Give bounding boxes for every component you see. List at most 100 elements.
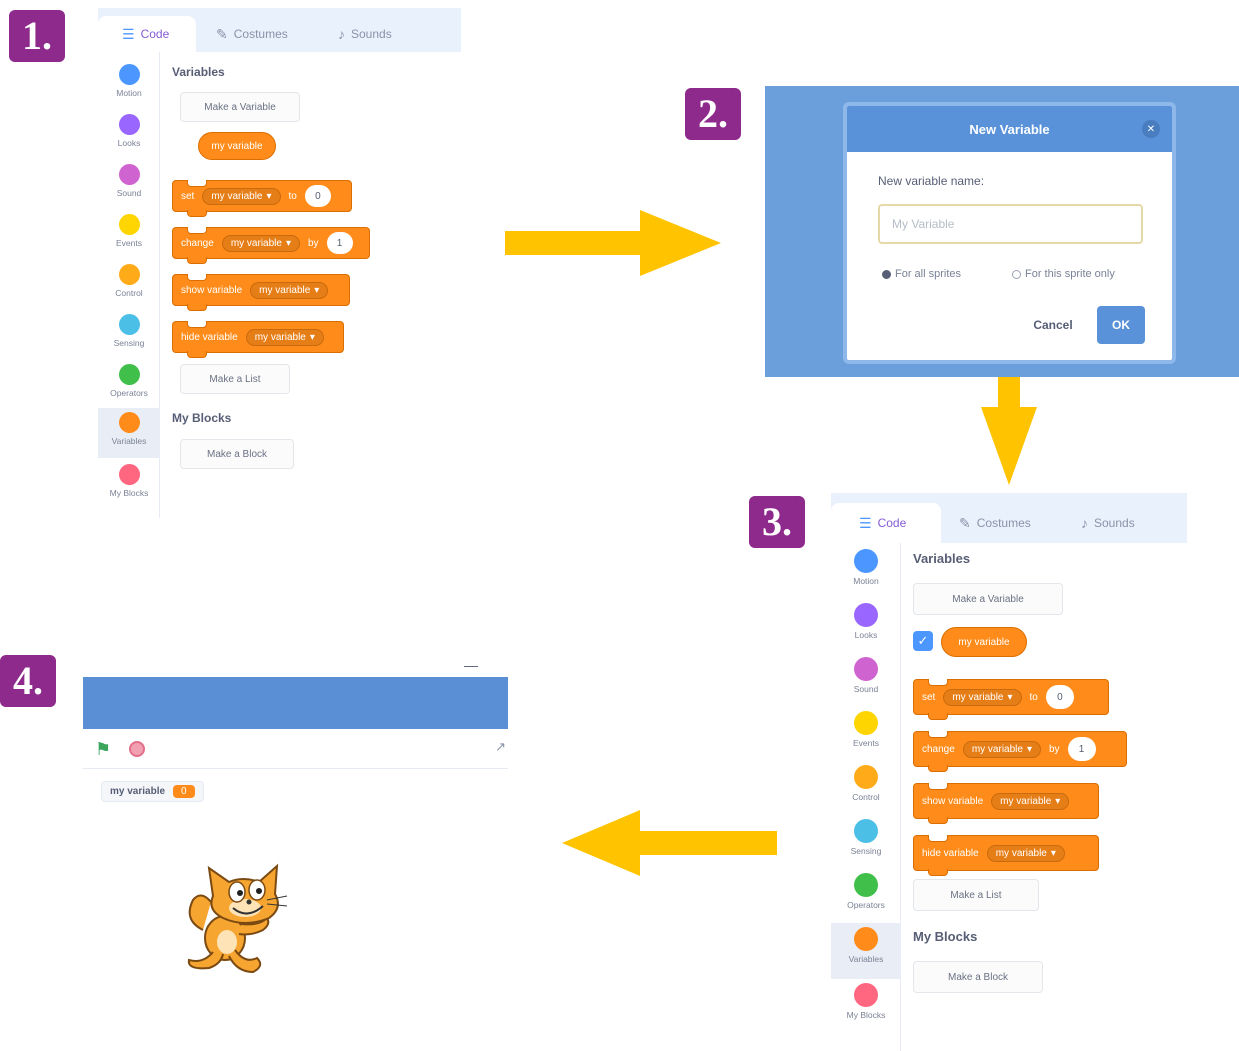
show-variable-block[interactable]: show variable my variable ▾ bbox=[913, 783, 1099, 824]
my-variable-reporter[interactable]: my variable bbox=[941, 627, 1027, 657]
green-flag-icon[interactable]: ⚑ bbox=[95, 739, 111, 760]
control-dot-icon bbox=[854, 765, 878, 789]
make-list-button[interactable]: Make a List bbox=[913, 879, 1039, 911]
control-dot-icon bbox=[118, 264, 140, 285]
category-my-blocks[interactable]: My Blocks bbox=[98, 464, 160, 510]
stage-controls: ⚑ ↗ bbox=[83, 729, 508, 769]
category-sound[interactable]: Sound bbox=[831, 657, 901, 707]
category-my-blocks[interactable]: My Blocks bbox=[831, 983, 901, 1033]
by-label: by bbox=[1048, 743, 1060, 755]
sound-dot-icon bbox=[854, 657, 878, 681]
variable-dropdown[interactable]: my variable ▾ bbox=[221, 234, 300, 252]
change-value-input[interactable]: 1 bbox=[1067, 737, 1096, 761]
category-variables[interactable]: Variables bbox=[831, 923, 901, 979]
variables-section-title: Variables bbox=[172, 65, 225, 79]
radio-all-sprites[interactable]: For all sprites bbox=[882, 268, 961, 280]
category-motion[interactable]: Motion bbox=[98, 64, 160, 110]
brush-icon: ✎ bbox=[216, 25, 228, 42]
make-block-button[interactable]: Make a Block bbox=[913, 961, 1043, 993]
variable-dropdown[interactable]: my variable ▾ bbox=[245, 328, 324, 346]
variable-checkbox[interactable]: ✓ bbox=[913, 631, 933, 651]
change-value-input[interactable]: 1 bbox=[326, 232, 353, 254]
make-variable-button[interactable]: Make a Variable bbox=[180, 92, 300, 122]
variable-dropdown[interactable]: my variable ▾ bbox=[991, 792, 1070, 810]
set-value: 0 bbox=[1057, 691, 1063, 703]
category-sound[interactable]: Sound bbox=[98, 164, 160, 210]
tab-costumes[interactable]: ✎ Costumes bbox=[216, 16, 316, 52]
tab-code[interactable]: ☰ Code bbox=[831, 503, 941, 543]
my-variable-reporter[interactable]: my variable bbox=[198, 132, 276, 160]
variable-dropdown[interactable]: my variable ▾ bbox=[986, 844, 1065, 862]
dropdown-value: my variable bbox=[1000, 795, 1052, 807]
my-blocks-section-title: My Blocks bbox=[172, 411, 232, 425]
cat-sprite-icon[interactable] bbox=[183, 860, 303, 975]
tab-sounds[interactable]: ♪ Sounds bbox=[338, 16, 428, 52]
category-variables[interactable]: Variables bbox=[98, 408, 160, 458]
new-variable-dialog: New Variable ✕ New variable name: My Var… bbox=[843, 102, 1176, 364]
close-icon[interactable]: ✕ bbox=[1142, 120, 1160, 138]
change-variable-block[interactable]: change my variable ▾ by 1 bbox=[172, 227, 370, 264]
make-block-button[interactable]: Make a Block bbox=[180, 439, 294, 469]
category-looks[interactable]: Looks bbox=[831, 603, 901, 653]
looks-dot-icon bbox=[854, 603, 878, 627]
category-menu: Motion Looks Sound Events Control Sensin… bbox=[98, 52, 160, 518]
category-label: Sound bbox=[116, 188, 142, 198]
radio-empty-icon bbox=[1012, 269, 1021, 279]
category-events[interactable]: Events bbox=[831, 711, 901, 761]
variable-monitor[interactable]: my variable 0 bbox=[101, 781, 204, 802]
show-variable-label: show variable bbox=[922, 795, 984, 807]
variables-section-title: Variables bbox=[913, 551, 971, 566]
hide-variable-block[interactable]: hide variable my variable ▾ bbox=[172, 321, 344, 358]
category-looks[interactable]: Looks bbox=[98, 114, 160, 160]
change-variable-block[interactable]: change my variable ▾ by 1 bbox=[913, 731, 1127, 772]
tab-costumes[interactable]: ✎ Costumes bbox=[959, 503, 1059, 543]
set-value-input[interactable]: 0 bbox=[1045, 685, 1074, 709]
editor-tab-bar: ☰ Code ✎ Costumes ♪ Sounds bbox=[831, 493, 1187, 543]
category-motion[interactable]: Motion bbox=[831, 549, 901, 599]
tab-sounds[interactable]: ♪ Sounds bbox=[1081, 503, 1171, 543]
variables-dot-icon bbox=[854, 927, 878, 951]
set-value-input[interactable]: 0 bbox=[304, 185, 331, 207]
category-operators[interactable]: Operators bbox=[98, 364, 160, 410]
category-label: Looks bbox=[117, 138, 141, 148]
minimize-icon[interactable]: — bbox=[464, 657, 478, 673]
my-blocks-dot-icon bbox=[118, 464, 140, 485]
variable-dropdown[interactable]: my variable ▾ bbox=[943, 688, 1022, 706]
category-control[interactable]: Control bbox=[98, 264, 160, 310]
ok-button[interactable]: OK bbox=[1097, 306, 1145, 344]
tab-code[interactable]: ☰ Code bbox=[98, 16, 196, 52]
tab-costumes-label: Costumes bbox=[976, 516, 1031, 530]
make-list-button[interactable]: Make a List bbox=[180, 364, 290, 394]
set-variable-block[interactable]: set my variable ▾ to 0 bbox=[172, 180, 352, 217]
stop-icon[interactable] bbox=[129, 741, 145, 757]
motion-dot-icon bbox=[854, 549, 878, 573]
category-sensing[interactable]: Sensing bbox=[98, 314, 160, 360]
show-variable-block[interactable]: show variable my variable ▾ bbox=[172, 274, 350, 311]
variable-name-input[interactable]: My Variable bbox=[878, 204, 1143, 244]
set-variable-block[interactable]: set my variable ▾ to 0 bbox=[913, 679, 1109, 720]
category-sensing[interactable]: Sensing bbox=[831, 819, 901, 869]
radio-this-sprite[interactable]: For this sprite only bbox=[1012, 268, 1115, 280]
variable-dropdown[interactable]: my variable ▾ bbox=[202, 187, 281, 205]
fullscreen-icon[interactable]: ↗ bbox=[495, 739, 506, 755]
speaker-icon: ♪ bbox=[1081, 515, 1088, 531]
variable-dropdown[interactable]: my variable ▾ bbox=[962, 740, 1041, 758]
events-dot-icon bbox=[854, 711, 878, 735]
change-label: change bbox=[922, 743, 955, 755]
dropdown-arrow-icon: ▾ bbox=[1007, 691, 1013, 703]
category-operators[interactable]: Operators bbox=[831, 873, 901, 923]
category-control[interactable]: Control bbox=[831, 765, 901, 815]
category-label: My Blocks bbox=[846, 1010, 886, 1020]
dropdown-value: my variable bbox=[230, 237, 282, 249]
cancel-button[interactable]: Cancel bbox=[1027, 309, 1079, 341]
my-blocks-section-title: My Blocks bbox=[913, 929, 978, 944]
category-label: Events bbox=[853, 738, 879, 748]
category-events[interactable]: Events bbox=[98, 214, 160, 260]
dropdown-value: my variable bbox=[259, 284, 311, 296]
make-variable-button[interactable]: Make a Variable bbox=[913, 583, 1063, 615]
variable-dropdown[interactable]: my variable ▾ bbox=[250, 281, 329, 299]
operators-dot-icon bbox=[118, 364, 140, 385]
hide-variable-block[interactable]: hide variable my variable ▾ bbox=[913, 835, 1099, 876]
category-label: Operators bbox=[847, 900, 885, 910]
category-label: Sound bbox=[853, 684, 879, 694]
